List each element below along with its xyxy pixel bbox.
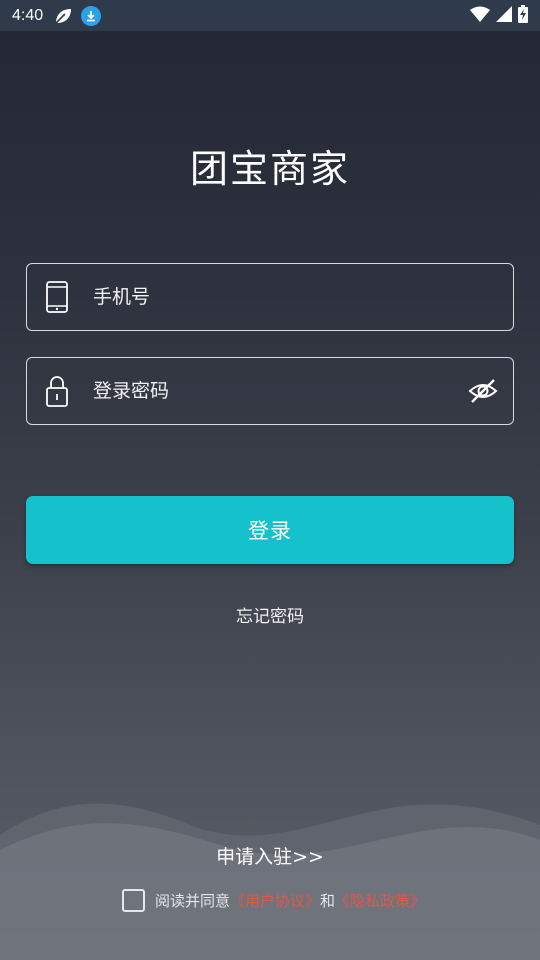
forgot-password-link[interactable]: 忘记密码 — [0, 602, 540, 627]
user-agreement-link[interactable]: 《用户协议》 — [230, 890, 320, 911]
phone-field[interactable] — [26, 263, 514, 331]
lock-icon — [27, 375, 87, 407]
status-system-icons — [470, 4, 528, 27]
password-input[interactable] — [87, 358, 453, 424]
wifi-icon — [470, 6, 490, 26]
status-bar: 4:40 — [0, 0, 540, 31]
login-button[interactable]: 登录 — [26, 496, 514, 564]
eye-off-icon[interactable] — [453, 379, 513, 403]
battery-icon — [518, 4, 528, 27]
agreement-checkbox[interactable] — [122, 889, 145, 912]
app-title: 团宝商家 — [189, 147, 350, 191]
leaf-icon — [53, 6, 73, 26]
phone-icon — [27, 281, 87, 313]
agreement-prefix: 阅读并同意 — [155, 892, 231, 910]
signal-icon — [496, 5, 512, 26]
status-notification-icons — [53, 5, 102, 26]
download-icon — [81, 5, 102, 26]
wave-decoration — [0, 803, 540, 960]
agreement-row: 阅读并同意 《用户协议》 和 《隐私政策》 — [122, 889, 425, 912]
password-field[interactable] — [26, 357, 514, 425]
phone-input[interactable] — [87, 264, 513, 330]
status-time: 4:40 — [12, 6, 44, 24]
agreement-conjunction: 和 — [320, 892, 336, 910]
apply-join-link[interactable]: 申请入驻>> — [0, 842, 540, 869]
privacy-policy-link[interactable]: 《隐私政策》 — [335, 890, 425, 911]
